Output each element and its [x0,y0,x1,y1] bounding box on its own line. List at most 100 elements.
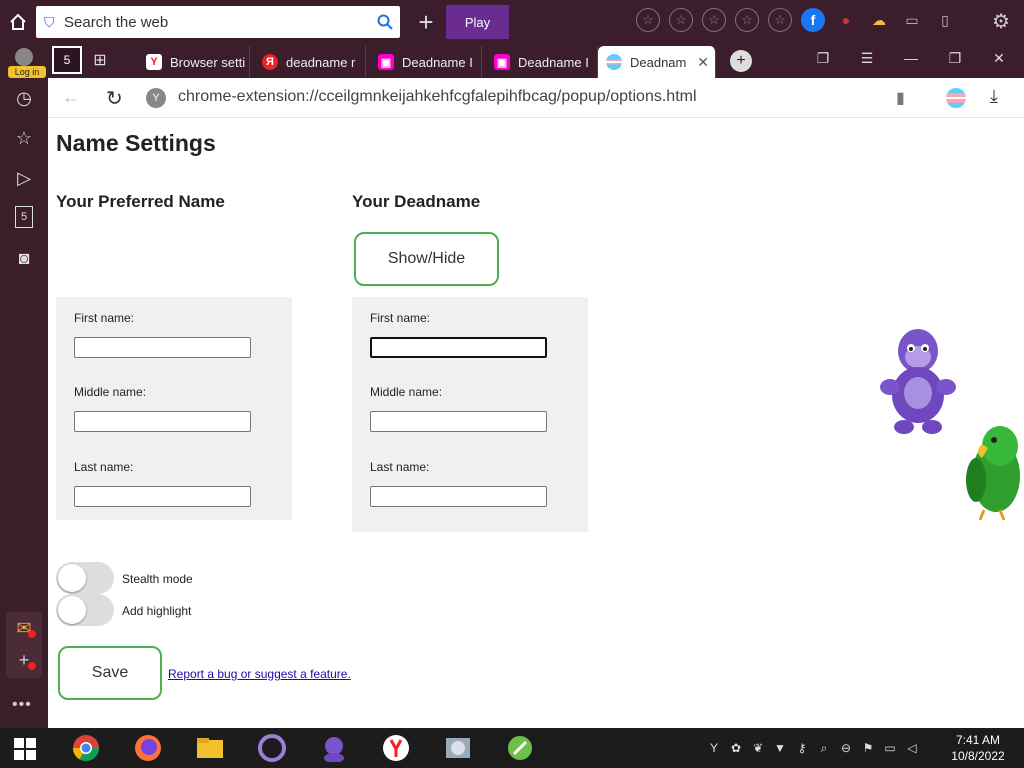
tab-label: deadname r [286,54,356,70]
download-icon[interactable]: ⤓ [990,86,998,107]
search-icon[interactable] [370,14,400,30]
video-icon[interactable]: ▷ [12,166,36,190]
reload-icon[interactable]: ↻ [106,86,123,111]
sidebar-apps: ✉ + [6,612,42,678]
preferred-first-name-input[interactable] [74,337,251,358]
new-tab-icon[interactable]: + [730,50,752,72]
star-icon[interactable]: ☆ [702,8,726,32]
facebook-icon[interactable]: f [801,8,825,32]
star-icon[interactable]: ☆ [735,8,759,32]
menu-icon[interactable]: ☰ [856,50,878,67]
deadname-middle-name-label: Middle name: [370,385,443,399]
gear-icon[interactable]: ⚙ [992,9,1010,34]
web-search-placeholder: Search the web [64,13,169,31]
folder-icon[interactable]: ▭ [900,8,924,32]
windows-taskbar: Y ✿ ❦ ▼ ⚷ ⌕ ⊖ ⚑ ▭ ◁ 7:41 AM 10/8/2022 [0,728,1024,768]
web-search-box[interactable]: ⛉ Search the web [36,6,400,38]
windows-start-icon[interactable] [14,738,36,760]
more-icon[interactable]: ••• [12,696,32,714]
tab-browser-settings[interactable]: Y Browser setti [138,46,250,78]
history-icon[interactable]: ◷ [12,86,36,110]
green-app-icon[interactable] [504,732,536,764]
screenshot-icon[interactable]: ◙ [12,246,36,270]
url-text[interactable]: chrome-extension://cceilgmnkeijahkehfcgf… [178,88,697,106]
save-button[interactable]: Save [58,646,162,700]
star-icon[interactable]: ☆ [669,8,693,32]
favorites-icon[interactable]: ☆ [12,126,36,150]
search-tray-icon[interactable]: ⌕ [816,740,832,756]
browser-sidebar: Log in ◷ ☆ ▷ 5 ◙ ✉ + ••• [0,44,48,728]
monitor-tray-icon[interactable]: ▭ [882,740,898,756]
leaf-tray-icon[interactable]: ❦ [750,740,766,756]
home-icon[interactable] [4,8,32,36]
tab-deadname-2[interactable]: ▣ Deadname I [486,46,598,78]
preferred-first-name-label: First name: [74,311,135,325]
tab-deadname-search[interactable]: Я deadname r [254,46,366,78]
ladybug-icon[interactable]: ● [834,8,858,32]
deadname-last-name-label: Last name: [370,460,430,474]
preferred-middle-name-input[interactable] [74,411,251,432]
stealth-mode-toggle[interactable] [56,562,114,594]
chrome-icon[interactable] [70,732,102,764]
deadname-last-name-input[interactable] [370,486,547,507]
site-info-icon[interactable]: Y [146,88,166,108]
close-window-icon[interactable]: ✕ [988,50,1010,67]
app-circle-icon[interactable] [256,732,288,764]
tab-deadname-1[interactable]: ▣ Deadname I [370,46,482,78]
close-tab-icon[interactable]: ✕ [697,54,709,71]
deadname-first-name-label: First name: [370,311,431,325]
add-icon[interactable]: + [410,6,442,38]
taskbar-clock[interactable]: 7:41 AM 10/8/2022 [948,732,1008,764]
trans-flag-icon [606,54,622,70]
browser-topbar: ⛉ Search the web + Play ☆ ☆ ☆ ☆ ☆ f ● ☁ … [0,0,1024,44]
new-page-icon[interactable]: ⊞ [88,48,112,72]
extension-trans-flag-icon[interactable] [946,88,966,108]
star-icon[interactable]: ☆ [636,8,660,32]
login-button[interactable]: Log in [6,48,46,78]
star-icon[interactable]: ☆ [768,8,792,32]
file-explorer-icon[interactable] [194,732,226,764]
badge-icon[interactable]: 5 [15,206,33,228]
tab-deadname-active[interactable]: Deadnam ✕ [598,46,716,78]
green-parrot-mascot[interactable] [960,418,1024,522]
disc-app-icon[interactable] [442,732,474,764]
purple-gorilla-mascot[interactable] [876,323,960,437]
address-bar: ← ↻ Y chrome-extension://cceilgmnkeijahk… [48,78,1024,118]
minus-tray-icon[interactable]: ⊖ [838,740,854,756]
key-tray-icon[interactable]: ⚷ [794,740,810,756]
home-tab-icon[interactable]: 5 [52,46,82,74]
weather-icon[interactable]: ☁ [867,8,891,32]
plant-tray-icon[interactable]: ✿ [728,740,744,756]
bookmark-icon[interactable]: ▮ [896,88,905,108]
flag-tray-icon[interactable]: ⚑ [860,740,876,756]
back-icon[interactable]: ← [62,87,80,108]
clock-time: 7:41 AM [955,733,1001,747]
bonzi-icon[interactable] [318,732,350,764]
yandex-browser-icon[interactable] [380,732,412,764]
minimize-icon[interactable]: — [900,50,922,66]
tab-label: Deadname I [518,54,589,70]
shield-tray-icon[interactable]: ▼ [772,740,788,756]
preferred-name-panel: First name: Middle name: Last name: [56,297,292,520]
show-hide-button[interactable]: Show/Hide [354,232,499,286]
preferred-middle-name-label: Middle name: [74,385,147,399]
firefox-icon[interactable] [132,732,164,764]
restore-icon[interactable]: ❐ [944,50,966,67]
add-app-icon[interactable]: + [6,644,42,676]
report-bug-link[interactable]: Report a bug or suggest a feature. [168,667,351,681]
yandex-icon: Я [262,54,278,70]
mail-icon[interactable]: ✉ [6,612,42,644]
trash-icon[interactable]: ▯ [933,8,957,32]
yandex-tray-icon[interactable]: Y [706,740,722,756]
stealth-mode-label: Stealth mode [122,572,193,586]
play-button[interactable]: Play [446,5,509,39]
deadname-middle-name-input[interactable] [370,411,547,432]
shield-icon: ⛉ [44,13,55,30]
page-title: Name Settings [56,130,216,156]
add-highlight-toggle[interactable] [56,594,114,626]
extension-icon: ▣ [494,54,510,70]
volume-icon[interactable]: ◁ [904,740,920,756]
deadname-first-name-input[interactable] [370,337,547,358]
preferred-last-name-input[interactable] [74,486,251,507]
collections-icon[interactable]: ❐ [812,50,834,67]
